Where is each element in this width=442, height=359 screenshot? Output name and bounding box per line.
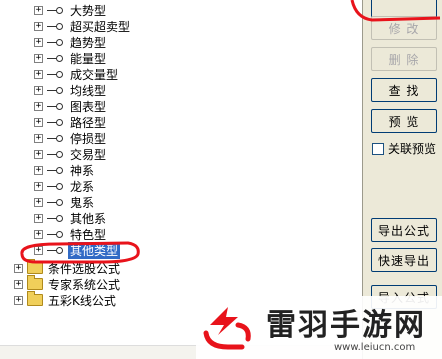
watermark-logo-icon — [198, 303, 260, 353]
formula-key-icon — [47, 101, 65, 111]
related-preview-checkbox[interactable]: 关联预览 — [372, 140, 436, 157]
formula-key-icon — [47, 197, 65, 207]
expand-toggle-icon[interactable]: + — [34, 245, 43, 255]
expand-toggle-icon[interactable]: + — [14, 263, 23, 273]
formula-key-icon — [47, 117, 65, 127]
tree-formula-row[interactable]: + 超买超卖型 — [34, 18, 132, 34]
watermark: 雷羽手游网 www.leiucn.com — [196, 296, 442, 359]
formula-key-icon — [47, 53, 65, 63]
tree-item-label: 专家系统公式 — [48, 277, 121, 292]
formula-key-icon — [47, 37, 65, 47]
folder-icon — [27, 275, 43, 290]
expand-toggle-icon[interactable]: + — [34, 21, 43, 31]
tree-formula-row[interactable]: + 均线型 — [34, 82, 108, 98]
formula-key-icon — [47, 21, 65, 31]
tree-item-label: 路径型 — [70, 115, 107, 130]
formula-key-icon — [47, 133, 65, 143]
expand-toggle-icon[interactable]: + — [14, 295, 23, 305]
preview-button[interactable]: 预 览 — [371, 109, 437, 133]
tree-formula-row[interactable]: + 神系 — [34, 162, 96, 178]
tree-item-label: 龙系 — [70, 179, 95, 194]
watermark-title: 雷羽手游网 — [266, 307, 426, 343]
tree-formula-row[interactable]: + 停损型 — [34, 130, 108, 146]
tree-folder-row[interactable]: + 专家系统公式 — [14, 275, 122, 292]
watermark-url: www.leiucn.com — [334, 342, 416, 353]
tree-formula-row[interactable]: + 交易型 — [34, 146, 108, 162]
tree-item-label: 条件选股公式 — [48, 261, 121, 276]
formula-key-icon — [47, 85, 65, 95]
folder-icon — [27, 291, 43, 306]
quick-export-button[interactable]: 快速导出 — [371, 248, 437, 272]
tree-item-label: 超买超卖型 — [70, 19, 131, 34]
expand-toggle-icon[interactable]: + — [34, 5, 43, 15]
expand-toggle-icon[interactable]: + — [34, 213, 43, 223]
tree-item-label: 停损型 — [70, 131, 107, 146]
expand-toggle-icon[interactable]: + — [34, 229, 43, 239]
formula-key-icon — [47, 69, 65, 79]
tree-item-label: 其他系 — [70, 211, 107, 226]
tree-item-label: 交易型 — [70, 147, 107, 162]
tree-folder-row[interactable]: + 条件选股公式 — [14, 259, 122, 276]
tree-formula-row[interactable]: + 图表型 — [34, 98, 108, 114]
tree-formula-row[interactable]: + 其他类型 — [34, 241, 121, 259]
tree-folder-row[interactable]: + 五彩K线公式 — [14, 291, 118, 308]
tree-formula-row[interactable]: + 特色型 — [34, 226, 108, 242]
tree-item-label: 神系 — [70, 163, 95, 178]
expand-toggle-icon[interactable]: + — [34, 117, 43, 127]
formula-key-icon — [47, 5, 65, 15]
find-button[interactable]: 查 找 — [371, 78, 437, 102]
tree-formula-row[interactable]: + 路径型 — [34, 114, 108, 130]
tree-formula-row[interactable]: + 其他系 — [34, 210, 108, 226]
expand-toggle-icon[interactable]: + — [34, 133, 43, 143]
expand-toggle-icon[interactable]: + — [34, 101, 43, 111]
formula-key-icon — [47, 245, 65, 255]
tree-item-label: 鬼系 — [70, 195, 95, 210]
export-formula-button[interactable]: 导出公式 — [371, 218, 437, 242]
checkbox-box[interactable] — [372, 142, 384, 155]
tree-item-label: 图表型 — [70, 99, 107, 114]
modify-button[interactable]: 修 改 — [371, 16, 437, 40]
expand-toggle-icon[interactable]: + — [34, 149, 43, 159]
delete-button[interactable]: 删 除 — [371, 47, 437, 71]
expand-toggle-icon[interactable]: + — [34, 197, 43, 207]
tree-item-label: 五彩K线公式 — [48, 293, 116, 308]
formula-key-icon — [47, 165, 65, 175]
tree-item-label: 大势型 — [70, 3, 107, 18]
tree-item-label: 其他类型 — [68, 241, 121, 259]
tree-formula-row[interactable]: + 趋势型 — [34, 34, 108, 50]
expand-toggle-icon[interactable]: + — [34, 85, 43, 95]
tree-item-label: 成交量型 — [70, 67, 119, 82]
expand-toggle-icon[interactable]: + — [34, 165, 43, 175]
formula-key-icon — [47, 181, 65, 191]
related-preview-label: 关联预览 — [388, 142, 437, 156]
tree-item-label: 均线型 — [70, 83, 107, 98]
expand-toggle-icon[interactable]: + — [34, 181, 43, 191]
tree-item-label: 趋势型 — [70, 35, 107, 50]
formula-key-icon — [47, 149, 65, 159]
tree-item-label: 特色型 — [70, 227, 107, 242]
tree-formula-row[interactable]: + 成交量型 — [34, 66, 120, 82]
tree-formula-row[interactable]: + 龙系 — [34, 178, 96, 194]
expand-toggle-icon[interactable]: + — [34, 37, 43, 47]
folder-icon — [27, 259, 43, 274]
expand-toggle-icon[interactable]: + — [34, 69, 43, 79]
expand-toggle-icon[interactable]: + — [14, 279, 23, 289]
formula-key-icon — [47, 229, 65, 239]
tree-item-label: 能量型 — [70, 51, 107, 66]
tree-formula-row[interactable]: + 鬼系 — [34, 194, 96, 210]
expand-toggle-icon[interactable]: + — [34, 53, 43, 63]
tree-formula-row[interactable]: + 能量型 — [34, 50, 108, 66]
tree-formula-row[interactable]: + 大势型 — [34, 2, 108, 18]
formula-key-icon — [47, 213, 65, 223]
